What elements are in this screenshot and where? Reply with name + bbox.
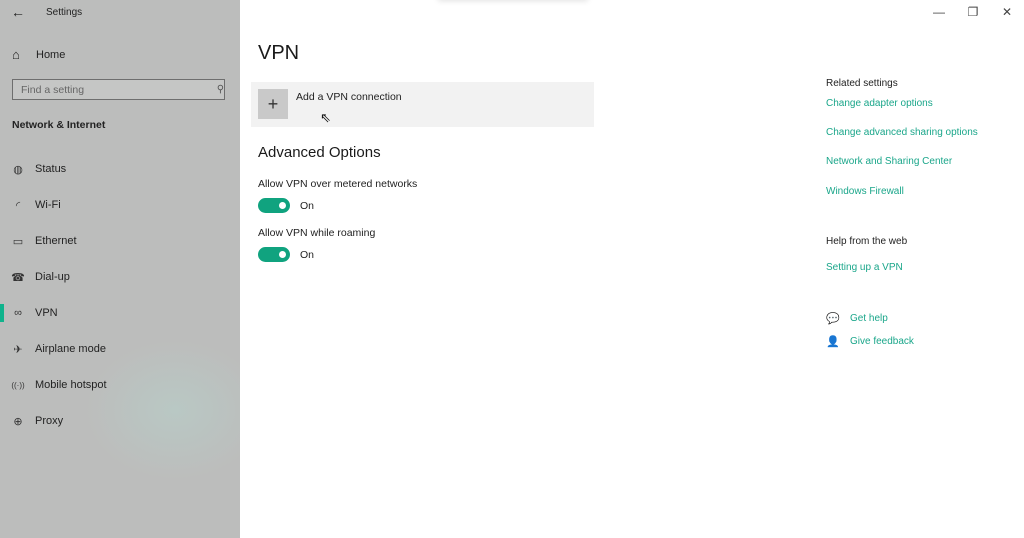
toggle-state: On <box>300 200 315 212</box>
metered-networks-toggle[interactable] <box>258 198 290 213</box>
change-advanced-sharing-link[interactable]: Change advanced sharing options <box>826 127 978 138</box>
sidebar-item-label: Ethernet <box>35 235 77 247</box>
wifi-icon: ◜ <box>15 199 21 212</box>
give-feedback-label: Give feedback <box>850 336 914 347</box>
sidebar-item-vpn[interactable]: ∞ VPN <box>0 298 240 328</box>
related-settings-heading: Related settings <box>826 78 898 89</box>
sidebar-item-label: Dial-up <box>35 271 70 283</box>
add-vpn-connection-button[interactable]: + Add a VPN connection <box>251 82 594 127</box>
sidebar-item-label: Mobile hotspot <box>35 379 107 391</box>
give-feedback-link[interactable]: 👤 Give feedback <box>826 335 914 348</box>
sidebar-item-label: Status <box>35 163 67 175</box>
sidebar-item-airplane-mode[interactable]: ✈ Airplane mode <box>0 334 240 364</box>
proxy-globe-icon: ⊕ <box>13 415 23 428</box>
status-globe-icon: ◍ <box>13 163 23 176</box>
app-title: Settings <box>46 7 83 18</box>
windows-firewall-link[interactable]: Windows Firewall <box>826 186 904 197</box>
hotspot-icon: ((·)) <box>11 380 25 390</box>
sidebar-item-label: Proxy <box>35 415 64 427</box>
page-title: VPN <box>258 42 300 64</box>
get-help-link[interactable]: 💬 Get help <box>826 312 888 325</box>
close-icon[interactable]: ✕ <box>990 0 1024 24</box>
ethernet-icon: ▭ <box>12 235 24 248</box>
title-bar: ← Settings <box>0 0 240 26</box>
feedback-icon: 👤 <box>826 336 840 348</box>
sidebar-item-mobile-hotspot[interactable]: ((·)) Mobile hotspot <box>0 370 240 400</box>
get-help-icon: 💬 <box>826 313 840 325</box>
get-help-label: Get help <box>850 313 888 324</box>
roaming-toggle[interactable] <box>258 247 290 262</box>
sidebar-item-label: Wi-Fi <box>35 199 61 211</box>
search-icon[interactable]: ⚲ <box>208 84 224 95</box>
sidebar-item-label: VPN <box>35 307 58 319</box>
plus-icon: + <box>258 89 288 119</box>
mouse-cursor-icon: ⇖ <box>320 110 331 125</box>
add-vpn-label: Add a VPN connection <box>296 91 402 103</box>
airplane-icon: ✈ <box>13 343 23 356</box>
restore-icon[interactable]: ❐ <box>956 0 990 24</box>
toggle-knob <box>279 251 286 258</box>
metered-option-label: Allow VPN over metered networks <box>258 178 418 190</box>
sidebar-item-ethernet[interactable]: ▭ Ethernet <box>0 226 240 256</box>
network-sharing-center-link[interactable]: Network and Sharing Center <box>826 156 952 167</box>
advanced-options-heading: Advanced Options <box>258 144 381 161</box>
setting-up-vpn-link[interactable]: Setting up a VPN <box>826 262 903 273</box>
help-from-web-heading: Help from the web <box>826 236 908 247</box>
vpn-icon: ∞ <box>14 307 22 319</box>
toggle-knob <box>279 202 286 209</box>
sidebar-item-proxy[interactable]: ⊕ Proxy <box>0 406 240 436</box>
sidebar-item-label: Airplane mode <box>35 343 106 355</box>
sidebar: ← Settings ⌂ Home ⚲ Network & Internet ◍… <box>0 0 240 538</box>
sidebar-item-dial-up[interactable]: ☎ Dial-up <box>0 262 240 292</box>
back-arrow-icon[interactable]: ← <box>11 4 25 20</box>
change-adapter-options-link[interactable]: Change adapter options <box>826 98 933 109</box>
toggle-state: On <box>300 249 315 261</box>
sidebar-item-wifi[interactable]: ◜ Wi-Fi <box>0 190 240 220</box>
sidebar-item-status[interactable]: ◍ Status <box>0 154 240 184</box>
sidebar-home[interactable]: ⌂ Home <box>12 47 65 62</box>
search-input[interactable] <box>13 83 208 96</box>
main-content: — ❐ ✕ VPN + Add a VPN connection ⇖ Advan… <box>240 0 1024 538</box>
dial-up-phone-icon: ☎ <box>11 271 25 284</box>
home-icon: ⌂ <box>12 47 20 62</box>
section-title: Network & Internet <box>12 119 106 131</box>
home-label: Home <box>36 48 66 61</box>
window-controls: — ❐ ✕ <box>922 0 1024 24</box>
minimize-icon[interactable]: — <box>922 0 956 24</box>
selection-indicator <box>0 304 4 322</box>
roaming-option-label: Allow VPN while roaming <box>258 227 376 239</box>
search-box[interactable]: ⚲ <box>12 79 225 100</box>
